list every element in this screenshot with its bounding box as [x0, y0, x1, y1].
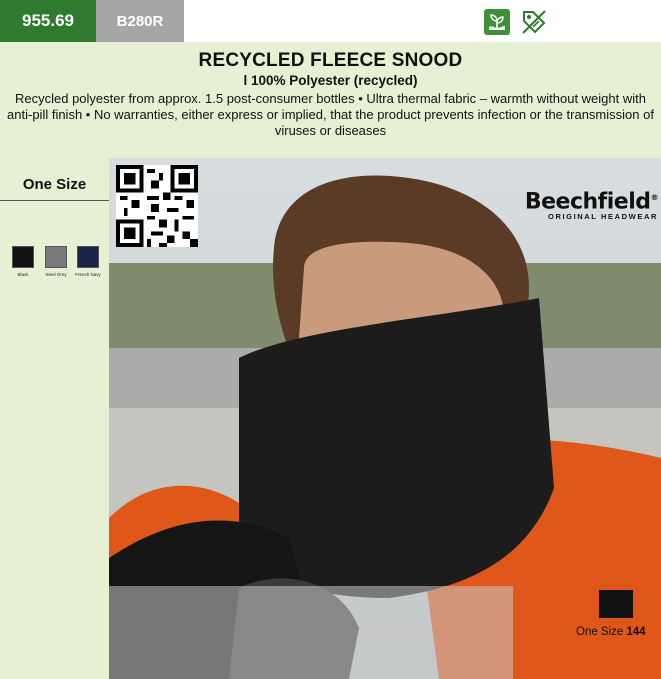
color-name: French Navy [75, 272, 101, 277]
product-description: Recycled polyester from approx. 1.5 post… [7, 91, 654, 138]
size-label: One Size [22, 176, 87, 193]
color-swatch-steel-grey[interactable] [45, 246, 67, 268]
packaging-info: One Size 144 [576, 626, 646, 638]
product-title: RECYCLED FLEECE SNOOD [198, 50, 463, 71]
brand-mark: ® [650, 193, 659, 202]
product-subtitle: l 100% Polyester (recycled) [243, 73, 418, 88]
qr-code[interactable] [116, 165, 198, 247]
photo-overlay [109, 586, 513, 679]
color-name: Steel Grey [45, 272, 67, 277]
color-swatch-black[interactable] [12, 246, 34, 268]
packaging-size: One Size [576, 626, 624, 638]
tag-icon [520, 8, 548, 36]
color-name: Black [17, 272, 29, 277]
product-reference: B280R [96, 0, 184, 42]
product-code: 955.69 [0, 0, 96, 42]
brand-name: Beechfield [524, 189, 651, 215]
carton-icon [599, 590, 633, 618]
product-header: RECYCLED FLEECE SNOOD l 100% Polyester (… [0, 42, 661, 158]
packaging-quantity: 144 [626, 626, 646, 638]
color-swatch-french-navy[interactable] [77, 246, 99, 268]
brand-logo: Beechfield® ORIGINAL HEADWEAR [508, 186, 659, 222]
divider [0, 200, 109, 201]
options-sidebar: One Size Black Steel Grey French Navy [0, 158, 109, 679]
eco-plant-icon [484, 9, 510, 35]
